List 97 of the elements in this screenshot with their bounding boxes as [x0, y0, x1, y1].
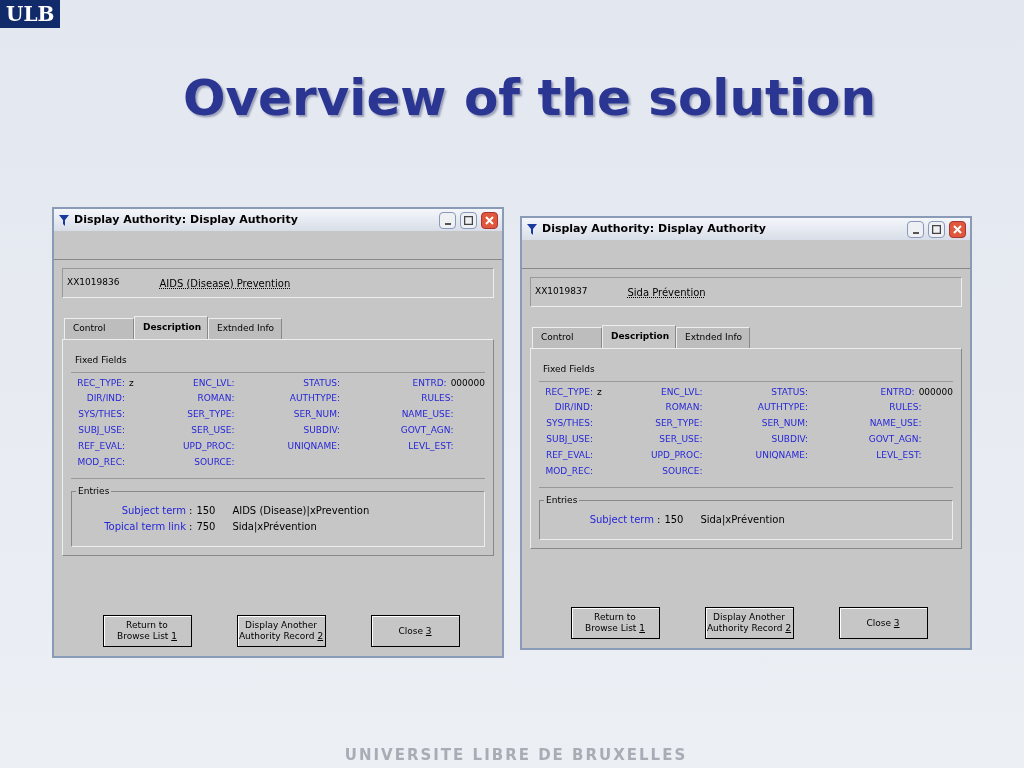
maximize-button[interactable] [928, 220, 945, 238]
field-label: AUTHTYPE: [288, 392, 340, 406]
field-label: NAME_USE: [400, 408, 454, 422]
entry-colon: : [189, 503, 193, 518]
entry-colon: : [189, 519, 193, 534]
field-label: STATUS: [302, 376, 340, 390]
field-label: UNIQNAME: [754, 448, 808, 462]
entry-text: Sida|xPrévention [232, 519, 317, 534]
window-title: Display Authority: Display Authority [542, 220, 767, 237]
dialog-button[interactable]: Close 3 [838, 607, 928, 639]
entry-label: Topical term link [103, 519, 186, 534]
entry-text: Sida|xPrévention [700, 512, 785, 527]
logo: ULB [0, 0, 61, 28]
entry-tag: 750 [196, 518, 227, 534]
entry-tag: 150 [664, 511, 695, 527]
funnel-icon [526, 222, 538, 236]
tab[interactable]: Control [532, 327, 602, 348]
entry-colon: : [657, 512, 661, 527]
field-label: SUBDIV: [770, 433, 808, 447]
field-label: AUTHTYPE: [756, 401, 808, 415]
field-label: UNIQNAME: [286, 439, 340, 453]
tab[interactable]: Description [134, 316, 208, 339]
tab[interactable]: Extnded Info [676, 327, 750, 348]
field-label: SYS/THES: [545, 417, 593, 431]
dialog-button[interactable]: Close 3 [370, 615, 460, 647]
field-value: 000000 [450, 376, 485, 390]
field-label: SOURCE: [193, 455, 235, 469]
window-title: Display Authority: Display Authority [74, 211, 299, 228]
tab[interactable]: Description [602, 325, 676, 348]
minimize-icon [444, 222, 451, 225]
close-icon [485, 215, 494, 225]
section-label: Fixed Fields [74, 354, 128, 367]
field-label: ENC_LVL: [660, 385, 703, 399]
field-label: SER_TYPE: [654, 417, 703, 431]
field-label: SUBJ_USE: [77, 424, 125, 438]
field-label: SOURCE: [661, 464, 703, 478]
field-label: ROMAN: [664, 401, 703, 415]
tab[interactable]: Extnded Info [208, 318, 282, 339]
minimize-icon [912, 231, 919, 234]
dialog-button[interactable]: Display Another Authority Record 2 [704, 607, 794, 639]
close-button[interactable] [949, 220, 966, 238]
field-value: z [597, 385, 602, 399]
field-label: SER_NUM: [760, 417, 808, 431]
field-label: ENTRD: [879, 385, 915, 399]
field-value: 000000 [918, 385, 953, 399]
record-heading: AIDS (Disease) Prevention [159, 276, 291, 291]
slide-title: Overview of the solution [183, 68, 877, 129]
field-label: NAME_USE: [868, 417, 922, 431]
maximize-button[interactable] [460, 211, 477, 229]
field-label: ROMAN: [196, 392, 235, 406]
field-label: GOVT_AGN: [399, 424, 454, 438]
field-label: SUBDIV: [302, 424, 340, 438]
funnel-icon [58, 213, 70, 227]
field-label: REF_EVAL: [76, 439, 125, 453]
field-label: LEVL_EST: [875, 448, 922, 462]
field-label: SUBJ_USE: [545, 433, 593, 447]
dialog-button[interactable]: Return to Browse List 1 [102, 615, 192, 647]
field-value: z [129, 376, 134, 390]
field-label: SER_USE: [190, 424, 235, 438]
field-label: STATUS: [770, 385, 808, 399]
field-label: GOVT_AGN: [867, 433, 922, 447]
field-label: MOD_REC: [76, 455, 125, 469]
dialog-button[interactable]: Display Another Authority Record 2 [236, 615, 326, 647]
field-label: UPD_PROC: [181, 439, 235, 453]
close-icon [953, 224, 962, 234]
entry-tag: 150 [196, 502, 227, 518]
field-label: RULES: [420, 392, 454, 406]
entry-label: Subject term [120, 503, 186, 518]
record-id: XX1019837 [535, 285, 588, 299]
dialog-button[interactable]: Return to Browse List 1 [570, 607, 660, 639]
field-label: RULES: [888, 401, 922, 415]
maximize-icon [464, 215, 473, 225]
field-label: SYS/THES: [77, 408, 125, 422]
maximize-icon [932, 224, 941, 234]
field-label: ENTRD: [411, 376, 447, 390]
field-label: REF_EVAL: [544, 448, 593, 462]
section-label: Fixed Fields [542, 363, 596, 376]
close-button[interactable] [481, 211, 498, 229]
field-label: DIR/IND: [553, 401, 593, 415]
field-label: REC_TYPE: [76, 376, 125, 390]
field-label: DIR/IND: [85, 392, 125, 406]
field-label: SER_USE: [658, 433, 703, 447]
field-label: SER_NUM: [292, 408, 340, 422]
field-label: UPD_PROC: [649, 448, 703, 462]
tab[interactable]: Control [64, 318, 134, 339]
record-heading: Sida Prévention [627, 285, 706, 300]
entry-label: Subject term [588, 512, 654, 527]
slide-footer: UNIVERSITE LIBRE DE BRUXELLES [344, 743, 688, 766]
record-id: XX1019836 [67, 276, 120, 290]
minimize-button[interactable] [907, 220, 924, 238]
field-label: REC_TYPE: [544, 385, 593, 399]
entry-text: AIDS (Disease)|xPrevention [232, 503, 370, 518]
field-label: LEVL_EST: [407, 439, 454, 453]
field-label: SER_TYPE: [186, 408, 235, 422]
field-label: ENC_LVL: [192, 376, 235, 390]
field-label: MOD_REC: [544, 464, 593, 478]
minimize-button[interactable] [439, 211, 456, 229]
